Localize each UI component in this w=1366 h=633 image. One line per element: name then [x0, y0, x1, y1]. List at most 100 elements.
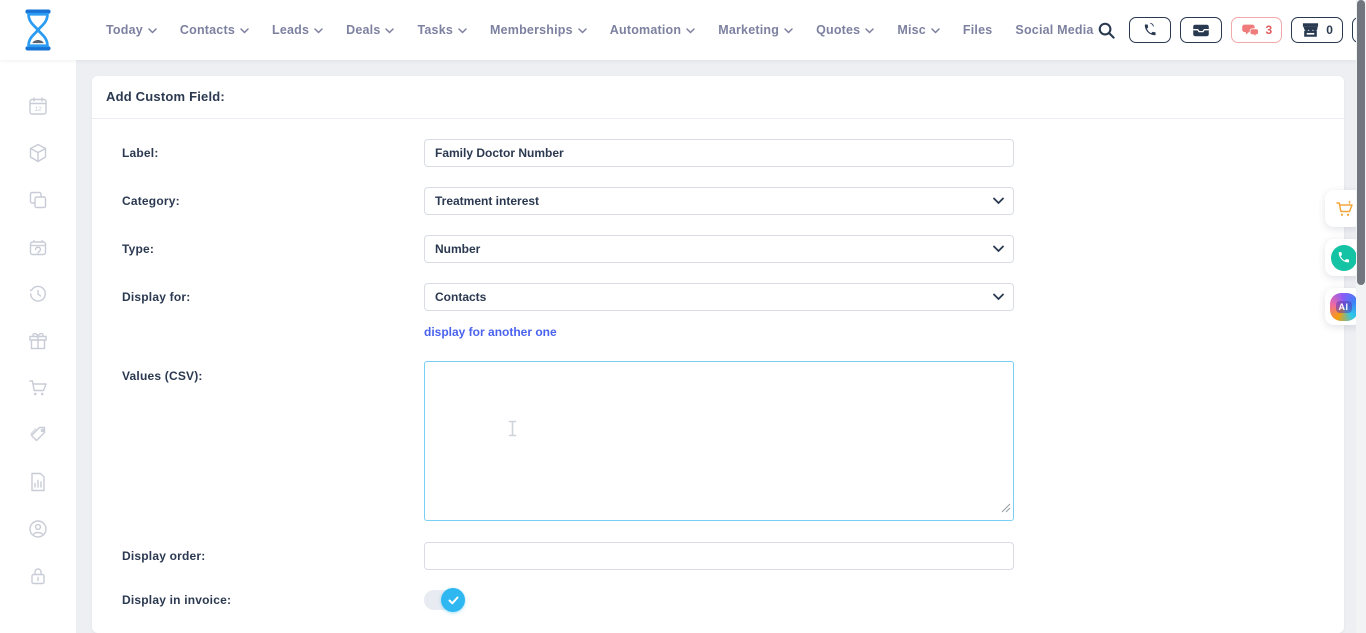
chevron-down-icon [993, 294, 1004, 301]
nav-item-contacts[interactable]: Contacts [180, 23, 249, 37]
display-in-invoice-row: Display in invoice: [122, 590, 462, 610]
user-circle-icon[interactable] [27, 518, 49, 540]
nav-item-today[interactable]: Today [106, 23, 157, 37]
resize-handle-icon[interactable] [1001, 500, 1011, 518]
inbox-button[interactable] [1180, 17, 1222, 43]
nav-item-quotes[interactable]: Quotes [816, 23, 874, 37]
display-for-row: Display for: Contacts [122, 283, 1014, 311]
nav-label: Quotes [816, 23, 860, 37]
copy-icon[interactable] [27, 189, 49, 211]
nav-label: Tasks [417, 23, 453, 37]
phone-icon [1337, 251, 1350, 264]
values-csv-textarea[interactable] [424, 361, 1014, 521]
chat-button[interactable]: 3 [1231, 17, 1283, 43]
history-icon[interactable] [27, 283, 49, 305]
chevron-down-icon [240, 28, 249, 34]
label-row: Label: [122, 139, 1014, 167]
nav-label: Misc [897, 23, 926, 37]
inbox-icon [1192, 23, 1210, 38]
chevron-down-icon [784, 28, 793, 34]
label-field-label: Label: [122, 146, 424, 160]
nav-item-files[interactable]: Files [963, 23, 993, 37]
svg-text:12: 12 [34, 106, 42, 113]
booking-icon[interactable] [27, 236, 49, 258]
values-csv-field-label: Values (CSV): [122, 369, 424, 383]
nav-label: Marketing [718, 23, 779, 37]
package-icon[interactable] [27, 142, 49, 164]
nav-label: Memberships [490, 23, 573, 37]
chevron-down-icon [314, 28, 323, 34]
gift-icon[interactable] [27, 330, 49, 352]
chat-count-badge: 3 [1266, 23, 1273, 37]
toggle-knob [441, 588, 465, 612]
app-logo-icon[interactable] [20, 9, 56, 51]
chevron-down-icon [865, 28, 874, 34]
category-select[interactable]: Treatment interest [424, 187, 1014, 215]
add-custom-field-card: Add Custom Field: Label: Category: Treat… [92, 76, 1344, 633]
nav-item-leads[interactable]: Leads [272, 23, 323, 37]
display-order-row: Display order: [122, 542, 1014, 570]
type-select-value: Number [435, 242, 480, 256]
nav-label: Deals [346, 23, 380, 37]
main-nav: Today Contacts Leads Deals Tasks Members… [106, 23, 1094, 37]
display-in-invoice-field-label: Display in invoice: [122, 593, 424, 607]
display-order-field-label: Display order: [122, 549, 424, 563]
header-tools: 3 0 ? ClinicSoftware .com [1094, 15, 1366, 45]
nav-item-automation[interactable]: Automation [610, 23, 695, 37]
display-for-another-row: display for another one [122, 325, 557, 339]
tags-icon[interactable] [27, 424, 49, 446]
report-icon[interactable] [27, 471, 49, 493]
nav-label: Today [106, 23, 143, 37]
vertical-scrollbar-track [1356, 0, 1366, 633]
values-csv-row: Values (CSV): [122, 361, 1014, 521]
display-order-input[interactable] [424, 542, 1014, 570]
display-for-another-one-link[interactable]: display for another one [424, 325, 557, 339]
cart-icon[interactable] [27, 377, 49, 399]
display-for-select[interactable]: Contacts [424, 283, 1014, 311]
chevron-down-icon [578, 28, 587, 34]
display-for-field-label: Display for: [122, 290, 424, 304]
chevron-down-icon [931, 28, 940, 34]
category-select-value: Treatment interest [435, 194, 539, 208]
label-input[interactable] [424, 139, 1014, 167]
ai-icon: AI [1330, 293, 1358, 321]
category-row: Category: Treatment interest [122, 187, 1014, 215]
nav-item-deals[interactable]: Deals [346, 23, 394, 37]
chevron-down-icon [458, 28, 467, 34]
calendar-icon[interactable]: 12 [27, 95, 49, 117]
nav-label: Contacts [180, 23, 235, 37]
nav-label: Automation [610, 23, 681, 37]
chevron-down-icon [148, 28, 157, 34]
store-button[interactable]: 0 [1291, 17, 1343, 43]
store-icon [1301, 22, 1320, 38]
search-icon[interactable] [1094, 17, 1120, 43]
divider [92, 118, 1344, 119]
ai-label: AI [1336, 301, 1352, 313]
chevron-down-icon [993, 246, 1004, 253]
lock-icon[interactable] [27, 565, 49, 587]
nav-item-memberships[interactable]: Memberships [490, 23, 587, 37]
nav-label: Files [963, 23, 993, 37]
type-row: Type: Number [122, 235, 1014, 263]
left-sidebar: 12 [0, 60, 76, 633]
nav-label: Leads [272, 23, 309, 37]
nav-item-social-media[interactable]: Social Media [1015, 23, 1093, 37]
display-in-invoice-toggle[interactable] [424, 590, 462, 610]
type-select[interactable]: Number [424, 235, 1014, 263]
category-field-label: Category: [122, 194, 424, 208]
nav-item-tasks[interactable]: Tasks [417, 23, 467, 37]
page-title: Add Custom Field: [106, 76, 225, 118]
chat-bubbles-icon [1241, 23, 1260, 38]
cart-icon [1333, 199, 1355, 219]
vertical-scrollbar-thumb[interactable] [1357, 0, 1365, 285]
phone-circle [1331, 245, 1357, 271]
nav-item-misc[interactable]: Misc [897, 23, 940, 37]
chevron-down-icon [686, 28, 695, 34]
top-header: Today Contacts Leads Deals Tasks Members… [0, 0, 1366, 60]
phone-icon [1142, 22, 1158, 38]
type-field-label: Type: [122, 242, 424, 256]
phone-button[interactable] [1129, 17, 1171, 43]
display-for-select-value: Contacts [435, 290, 486, 304]
nav-item-marketing[interactable]: Marketing [718, 23, 793, 37]
check-icon [448, 596, 459, 605]
